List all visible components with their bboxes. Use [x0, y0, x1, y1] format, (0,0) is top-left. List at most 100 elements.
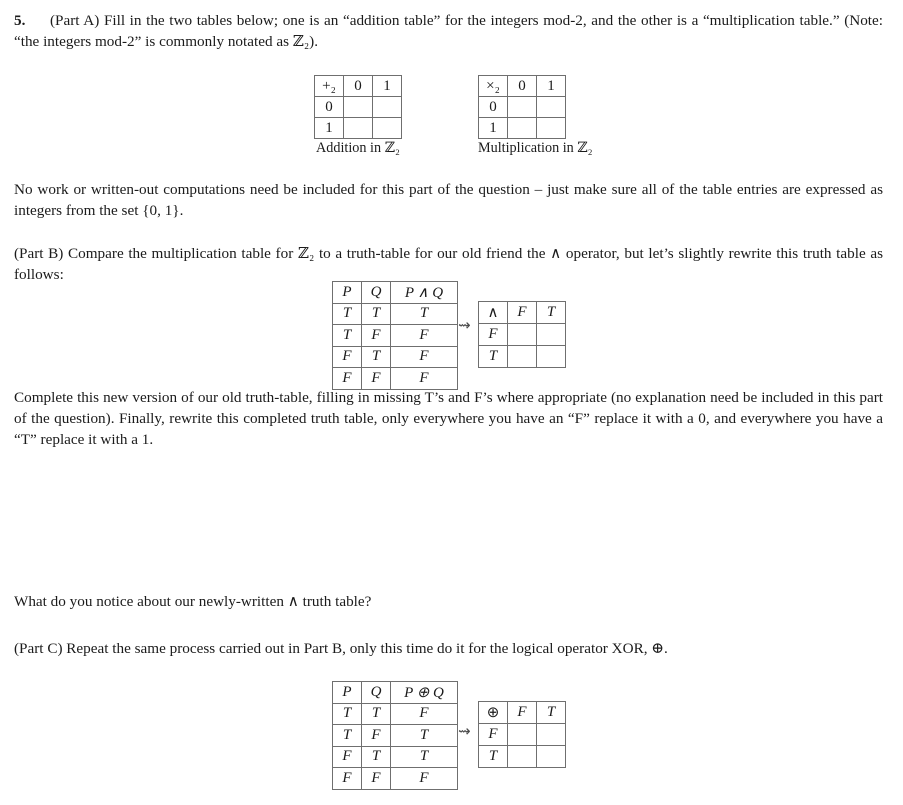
xor-row-1-result: T — [390, 724, 458, 747]
and-row-2-p: F — [332, 345, 362, 368]
complete-instructions-paragraph: Complete this new version of our old tru… — [14, 389, 883, 448]
xor-op-col-header-f: F — [507, 701, 537, 724]
multiplication-cell-0-1[interactable] — [536, 96, 566, 118]
xor-row-1-q: F — [361, 724, 391, 747]
table-row: 1 — [314, 117, 402, 139]
multiplication-cell-0-0[interactable] — [507, 96, 537, 118]
xor-op-cell-0-0[interactable] — [507, 723, 537, 746]
and-op-row-header-t: T — [478, 345, 508, 368]
multiplication-table-block: ×₂ 0 1 0 1 Multiplication in ℤ₂ — [478, 75, 593, 157]
xor-op-cell-1-1[interactable] — [536, 745, 566, 768]
multiplication-col-header-1: 1 — [536, 75, 566, 97]
addition-table-caption: Addition in ℤ₂ — [316, 140, 400, 156]
xor-row-3-p: F — [332, 767, 362, 790]
xor-row-1-p: T — [332, 724, 362, 747]
addition-cell-1-1[interactable] — [372, 117, 402, 139]
and-row-2-result: F — [390, 345, 458, 368]
and-row-3-p: F — [332, 367, 362, 390]
table-row: 1 — [478, 117, 566, 139]
xor-row-2-result: T — [390, 745, 458, 768]
multiplication-cell-1-1[interactable] — [536, 117, 566, 139]
question-5-paragraph: 5. (Part A) Fill in the two tables below;… — [14, 10, 883, 52]
and-op-cell-1-0[interactable] — [507, 345, 537, 368]
xor-row-0-result: F — [390, 702, 458, 725]
table-row: F T T — [332, 745, 458, 768]
table-row: T F T — [332, 724, 458, 747]
addition-row-header-0: 0 — [314, 96, 344, 118]
xor-row-0-p: T — [332, 702, 362, 725]
xor-row-2-q: T — [361, 745, 391, 768]
and-op-table-block: ∧ F T F T — [478, 301, 566, 368]
addition-col-header-0: 0 — [343, 75, 373, 97]
table-row: ×₂ 0 1 — [478, 75, 566, 97]
multiplication-row-header-1: 1 — [478, 117, 508, 139]
xor-op-row-header-t: T — [478, 745, 508, 768]
table-row: T T T — [332, 302, 458, 325]
part-c-paragraph: (Part C) Repeat the same process carried… — [14, 640, 668, 657]
addition-cell-0-1[interactable] — [372, 96, 402, 118]
xor-row-3-q: F — [361, 767, 391, 790]
table-row: F — [478, 723, 566, 746]
xor-row-2-p: F — [332, 745, 362, 768]
xor-header-p: P — [332, 681, 362, 704]
addition-cell-1-0[interactable] — [343, 117, 373, 139]
xor-op-cell-0-1[interactable] — [536, 723, 566, 746]
xor-header-result: P ⊕ Q — [390, 681, 458, 704]
question-number: 5. — [14, 12, 26, 29]
addition-operator-cell: +₂ — [314, 75, 344, 97]
addition-col-header-1: 1 — [372, 75, 402, 97]
part-b-paragraph: (Part B) Compare the multiplication tabl… — [14, 245, 883, 283]
table-row: 0 — [478, 96, 566, 118]
and-row-3-result: F — [390, 367, 458, 390]
xor-row-0-q: T — [361, 702, 391, 725]
xor-op-symbol-cell: ⊕ — [478, 701, 508, 724]
and-op-cell-1-1[interactable] — [536, 345, 566, 368]
multiplication-mod2-table: ×₂ 0 1 0 1 — [478, 75, 566, 139]
table-row: T — [478, 345, 566, 368]
xor-op-table: ⊕ F T F T — [478, 701, 566, 768]
xor-header-q: Q — [361, 681, 391, 704]
table-row: F — [478, 323, 566, 346]
and-header-q: Q — [361, 281, 391, 304]
xor-truth-table: P Q P ⊕ Q T T F T F T F T T F F F — [332, 681, 458, 790]
multiplication-col-header-0: 0 — [507, 75, 537, 97]
table-row: T — [478, 745, 566, 768]
table-row: ∧ F T — [478, 301, 566, 324]
multiplication-cell-1-0[interactable] — [507, 117, 537, 139]
table-row: F F F — [332, 367, 458, 390]
and-op-col-header-t: T — [536, 301, 566, 324]
and-op-symbol-cell: ∧ — [478, 301, 508, 324]
addition-cell-0-0[interactable] — [343, 96, 373, 118]
and-row-3-q: F — [361, 367, 391, 390]
multiplication-row-header-0: 0 — [478, 96, 508, 118]
xor-op-col-header-t: T — [536, 701, 566, 724]
and-row-0-p: T — [332, 302, 362, 325]
and-header-result: P ∧ Q — [390, 281, 458, 304]
addition-row-header-1: 1 — [314, 117, 344, 139]
and-op-cell-0-1[interactable] — [536, 323, 566, 346]
multiplication-table-caption: Multiplication in ℤ₂ — [478, 140, 593, 156]
addition-table-block: +₂ 0 1 0 1 Addition in ℤ₂ — [314, 75, 402, 157]
multiplication-operator-cell: ×₂ — [478, 75, 508, 97]
xor-op-row-header-f: F — [478, 723, 508, 746]
and-row-2-q: T — [361, 345, 391, 368]
table-row: T F F — [332, 324, 458, 347]
and-row-1-p: T — [332, 324, 362, 347]
table-row: F F F — [332, 767, 458, 790]
squiggly-arrow-icon-c: ⇝ — [458, 722, 471, 740]
and-row-0-result: T — [390, 302, 458, 325]
part-a-text: (Part A) Fill in the two tables below; o… — [14, 12, 883, 50]
table-row: 0 — [314, 96, 402, 118]
no-work-paragraph: No work or written-out computations need… — [14, 181, 883, 219]
and-op-cell-0-0[interactable] — [507, 323, 537, 346]
and-truth-table: P Q P ∧ Q T T T T F F F T F F F F — [332, 281, 458, 390]
and-row-1-q: F — [361, 324, 391, 347]
notice-question-paragraph: What do you notice about our newly-writt… — [14, 593, 372, 610]
worksheet-page: 5. (Part A) Fill in the two tables below;… — [0, 0, 903, 805]
xor-op-cell-1-0[interactable] — [507, 745, 537, 768]
addition-mod2-table: +₂ 0 1 0 1 — [314, 75, 402, 139]
xor-op-table-block: ⊕ F T F T — [478, 701, 566, 768]
xor-row-3-result: F — [390, 767, 458, 790]
and-op-table: ∧ F T F T — [478, 301, 566, 368]
and-row-0-q: T — [361, 302, 391, 325]
